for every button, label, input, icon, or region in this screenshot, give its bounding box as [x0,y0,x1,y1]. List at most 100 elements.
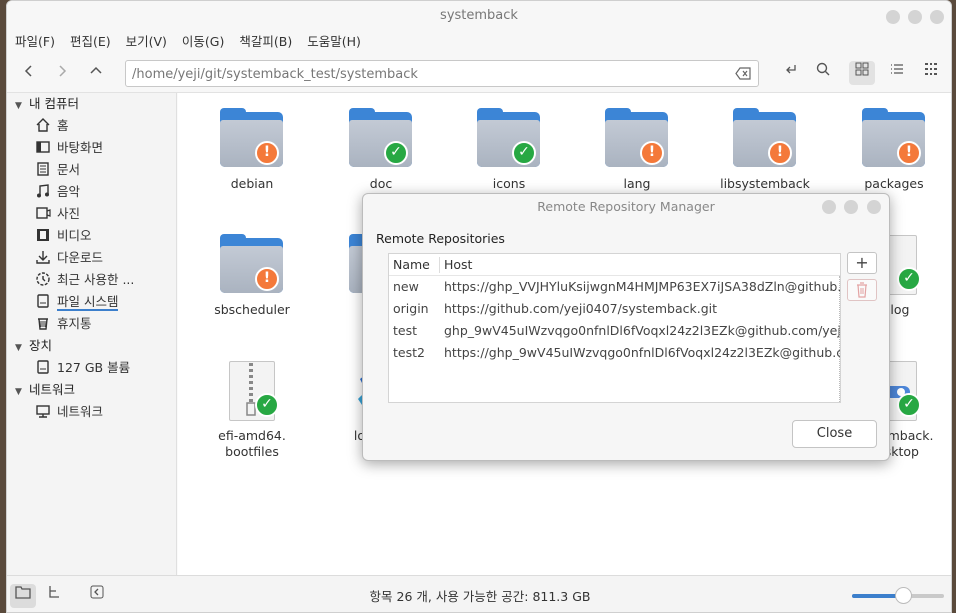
list-icon [891,64,903,74]
zip-icon: ✓ [219,359,285,425]
clear-path-icon[interactable] [735,67,751,80]
folder-icon: ! [604,107,670,173]
sidebar-section-my-computer[interactable]: ▼ 내 컴퓨터 [7,93,176,115]
menubar: 파일(F) 편집(E) 보기(V) 이동(G) 책갈피(B) 도움말(H) [7,31,951,53]
remote-repositories-table: Name Host new https://ghp_VVJHYluKsijwgnM… [388,253,841,403]
file-item-efi-amd64-bootfiles[interactable]: ✓ efi-amd64. bootfiles [187,359,317,460]
downloads-icon [36,251,50,264]
check-emblem-icon: ✓ [897,393,921,417]
file-item-sbscheduler[interactable]: ! sbscheduler [187,233,317,318]
list-view-button[interactable] [884,61,910,85]
sidebar-item-documents[interactable]: 문서 [7,159,176,181]
dialog-close-window-button[interactable] [867,200,881,214]
sidebar-item-desktop[interactable]: 바탕화면 [7,137,176,159]
menu-edit[interactable]: 편집(E) [70,31,111,53]
folder-icon: ! [732,107,798,173]
pictures-icon [36,207,51,219]
sidebar-item-trash[interactable]: 휴지통 [7,313,176,335]
compact-view-button[interactable] [918,61,944,85]
file-item-packages[interactable]: ! packages [829,107,951,192]
remote-name: new [393,279,419,294]
table-row[interactable]: origin https://github.com/yeji0407/system… [389,298,840,320]
file-item-icons[interactable]: ✓ icons [444,107,574,192]
icon-view-button[interactable] [849,61,875,85]
desktop-icon [36,141,50,153]
search-icon [816,62,830,76]
remote-host: https://ghp_VVJHYluKsijwgnM4HMJMP63EX7iJ… [444,279,841,294]
remote-name: test2 [393,345,425,360]
folder-icon: ! [861,107,927,173]
close-window-button[interactable] [930,10,944,24]
dialog-maximize-button[interactable] [844,200,858,214]
sidebar-item-volume[interactable]: 127 GB 볼륨 [7,357,176,379]
remote-repositories-heading: Remote Repositories [376,231,505,246]
close-button[interactable]: Close [792,420,877,448]
menu-help[interactable]: 도움말(H) [307,31,361,53]
path-input[interactable] [132,65,722,83]
toggle-location-button[interactable] [778,61,804,85]
add-remote-button[interactable]: + [847,252,877,274]
location-bar[interactable] [125,60,759,87]
sidebar-item-filesystem[interactable]: 파일 시스템 [7,291,176,313]
table-header: Name Host [389,254,840,276]
warning-emblem-icon: ! [768,141,792,165]
minimize-button[interactable] [886,10,900,24]
check-emblem-icon: ✓ [512,141,536,165]
table-row[interactable]: test2 https://ghp_9wV45uIWzvqgo0nfnlDl6fV… [389,342,840,364]
check-emblem-icon: ✓ [897,267,921,291]
file-name: debian [230,176,274,191]
trash-icon [857,282,867,298]
toggle-location-icon [786,65,796,74]
sidebar-item-pictures[interactable]: 사진 [7,203,176,225]
remote-host: ghp_9wV45uIWzvqgo0nfnlDl6fVoqxl24z2l3EZk… [444,323,841,338]
documents-icon [37,162,49,176]
table-row[interactable]: test ghp_9wV45uIWzvqgo0nfnlDl6fVoqxl24z2l… [389,320,840,342]
warning-emblem-icon: ! [897,141,921,165]
remote-host: https://github.com/yeji0407/systemback.g… [444,301,718,316]
sidebar-item-music[interactable]: 음악 [7,181,176,203]
column-host-header[interactable]: Host [444,254,472,276]
warning-emblem-icon: ! [255,141,279,165]
warning-emblem-icon: ! [255,267,279,291]
menu-bookmarks[interactable]: 책갈피(B) [239,31,292,53]
expanded-triangle-icon: ▼ [15,101,22,111]
file-item-libsystemback[interactable]: ! libsystemback [700,107,830,192]
delete-remote-button[interactable] [847,279,877,301]
table-divider [839,276,840,402]
remote-repository-dialog: Remote Repository Manager Remote Reposit… [362,193,890,461]
up-button[interactable] [85,62,107,84]
column-separator [439,257,440,273]
sidebar-item-videos[interactable]: 비디오 [7,225,176,247]
zoom-slider[interactable] [852,587,944,604]
file-item-lang[interactable]: ! lang [572,107,702,192]
sidebar-item-recent[interactable]: 최근 사용한 ... [7,269,176,291]
zoom-slider-handle[interactable] [894,587,912,604]
sidebar-item-downloads[interactable]: 다운로드 [7,247,176,269]
chevron-up-icon [90,66,102,74]
folder-icon: ! [219,107,285,173]
forward-button[interactable] [51,62,73,84]
table-row[interactable]: new https://ghp_VVJHYluKsijwgnM4HMJMP63EX… [389,276,840,298]
file-name: lang [623,176,651,191]
chevron-right-icon [59,65,67,77]
sidebar-item-home[interactable]: 홈 [7,115,176,137]
menu-go[interactable]: 이동(G) [182,31,224,53]
search-button[interactable] [810,61,836,85]
back-button[interactable] [18,62,40,84]
sidebar-section-network[interactable]: ▼ 네트워크 [7,379,176,401]
drive-icon [37,360,49,374]
music-icon [37,184,49,198]
sidebar-item-network[interactable]: 네트워크 [7,401,176,423]
folder-icon: ✓ [348,107,414,173]
folder-icon: ✓ [476,107,542,173]
column-name-header[interactable]: Name [393,254,430,276]
sidebar-section-devices[interactable]: ▼ 장치 [7,335,176,357]
menu-file[interactable]: 파일(F) [15,31,55,53]
drive-icon [37,294,49,308]
menu-view[interactable]: 보기(V) [126,31,167,53]
file-item-doc[interactable]: ✓ doc [316,107,446,192]
dialog-minimize-button[interactable] [822,200,836,214]
file-item-debian[interactable]: ! debian [187,107,317,192]
expanded-triangle-icon: ▼ [15,343,22,353]
maximize-button[interactable] [908,10,922,24]
